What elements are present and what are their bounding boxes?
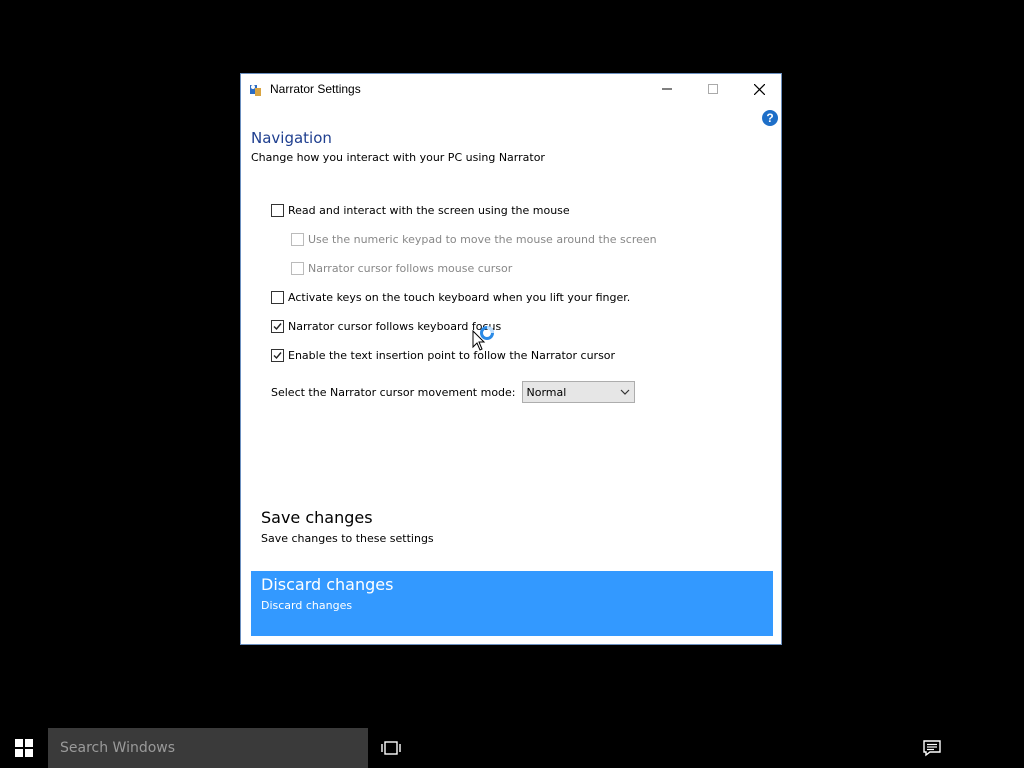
option-follows-mouse[interactable]: Narrator cursor follows mouse cursor xyxy=(291,262,512,275)
option-touch-keyboard[interactable]: Activate keys on the touch keyboard when… xyxy=(271,291,630,304)
close-icon xyxy=(753,83,765,95)
movement-mode-select[interactable]: Normal xyxy=(521,381,635,403)
discard-changes-button[interactable]: Discard changes Discard changes xyxy=(251,571,773,636)
page-subheading: Change how you interact with your PC usi… xyxy=(251,151,545,164)
option-label: Activate keys on the touch keyboard when… xyxy=(288,291,631,304)
option-numeric-keypad[interactable]: Use the numeric keypad to move the mouse… xyxy=(291,233,657,246)
save-changes-button[interactable]: Save changes Save changes to these setti… xyxy=(251,506,771,566)
task-view-button[interactable] xyxy=(380,738,402,762)
discard-changes-title: Discard changes xyxy=(261,575,394,594)
checkbox[interactable] xyxy=(271,204,284,217)
chevron-down-icon xyxy=(620,389,629,395)
start-button[interactable] xyxy=(0,728,48,768)
maximize-icon xyxy=(708,84,718,94)
search-placeholder: Search Windows xyxy=(60,740,176,756)
movement-mode-label: Select the Narrator cursor movement mode… xyxy=(271,385,516,399)
option-label: Use the numeric keypad to move the mouse… xyxy=(308,233,657,246)
title-bar[interactable]: Narrator Settings xyxy=(241,74,781,104)
save-changes-description: Save changes to these settings xyxy=(261,532,434,545)
windows-logo-icon xyxy=(15,739,33,757)
checkmark-icon xyxy=(273,352,282,360)
action-center-button[interactable] xyxy=(922,738,942,762)
narrator-app-icon xyxy=(249,82,263,96)
search-box[interactable]: Search Windows xyxy=(48,728,368,768)
checkbox[interactable] xyxy=(291,233,304,246)
option-label: Read and interact with the screen using … xyxy=(288,204,570,217)
narrator-settings-window: Narrator Settings ? Navigation Change ho… xyxy=(240,73,782,645)
movement-mode-value: Normal xyxy=(526,385,567,399)
checkbox[interactable] xyxy=(271,291,284,304)
option-label: Enable the text insertion point to follo… xyxy=(288,349,616,362)
save-changes-title: Save changes xyxy=(261,508,373,527)
checkbox[interactable] xyxy=(271,349,284,362)
option-label: Narrator cursor follows keyboard focus xyxy=(288,320,502,333)
checkbox[interactable] xyxy=(271,320,284,333)
option-follows-keyboard-focus[interactable]: Narrator cursor follows keyboard focus xyxy=(271,320,501,333)
checkmark-icon xyxy=(273,323,282,331)
discard-changes-description: Discard changes xyxy=(261,599,353,612)
page-heading: Navigation xyxy=(251,129,332,147)
checkbox[interactable] xyxy=(291,262,304,275)
maximize-button[interactable] xyxy=(690,74,736,104)
option-read-with-mouse[interactable]: Read and interact with the screen using … xyxy=(271,204,570,217)
taskbar: Search Windows xyxy=(0,728,1024,768)
movement-mode-row: Select the Narrator cursor movement mode… xyxy=(271,381,635,403)
option-text-insertion-point[interactable]: Enable the text insertion point to follo… xyxy=(271,349,615,362)
option-label: Narrator cursor follows mouse cursor xyxy=(308,262,513,275)
window-title: Narrator Settings xyxy=(270,82,361,96)
close-button[interactable] xyxy=(736,74,782,104)
action-center-icon xyxy=(923,740,941,757)
minimize-button[interactable] xyxy=(644,74,690,104)
minimize-icon xyxy=(662,88,672,90)
busy-spinner-icon xyxy=(480,326,494,340)
task-view-icon xyxy=(381,741,401,755)
help-icon[interactable]: ? xyxy=(762,110,778,126)
